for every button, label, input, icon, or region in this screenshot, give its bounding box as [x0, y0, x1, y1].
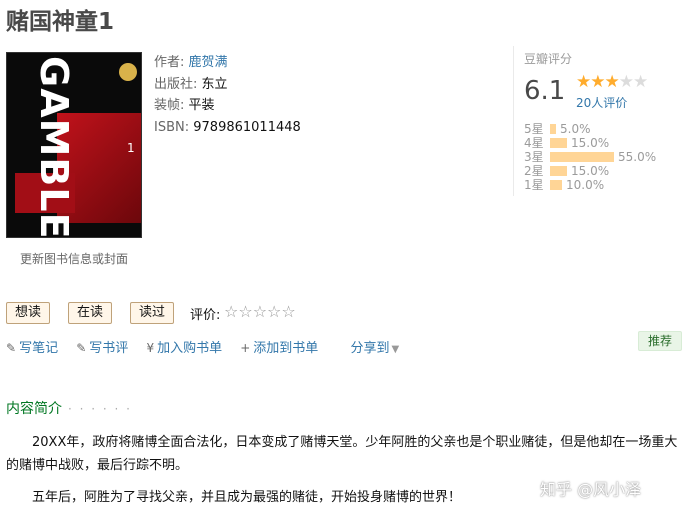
- rating-dist-pct: 55.0%: [618, 150, 657, 164]
- recommend-button[interactable]: 推荐: [638, 331, 682, 351]
- isbn-value: 9789861011448: [193, 119, 301, 135]
- cover-volume: 1: [127, 141, 135, 155]
- write-note-label: 写笔记: [19, 341, 59, 356]
- star-filled-icon: ★: [590, 72, 605, 92]
- share-label: 分享到: [350, 341, 390, 356]
- star-filled-icon: ★: [576, 72, 591, 92]
- rating-dist-label: 5星: [524, 122, 544, 136]
- rating-panel: 豆瓣评分 6.1 ★★★★★ 20人评价 5星 5.0% 4星 15.0% 3星 55.0…: [513, 46, 685, 196]
- rating-dist-pct: 15.0%: [571, 164, 610, 178]
- rating-count-link[interactable]: 20人评价: [576, 94, 627, 111]
- book-title: 赌国神童1: [6, 9, 115, 35]
- info-isbn: ISBN: 9789861011448: [154, 117, 301, 139]
- star-empty-icon: ★: [633, 72, 648, 92]
- book-info: 作者: 鹿贺满 出版社: 东立 装帧: 平装 ISBN: 97898610114…: [154, 52, 301, 138]
- rating-dist-row: 5星 5.0%: [524, 122, 656, 136]
- add-to-cart-label: 加入购书单: [157, 341, 223, 356]
- rating-dist-bar: [550, 180, 562, 190]
- pencil-icon: ✎: [76, 341, 87, 355]
- write-review-action[interactable]: ✎ 写书评: [76, 337, 128, 356]
- update-cover-link[interactable]: 更新图书信息或封面: [20, 250, 128, 267]
- rating-dist-pct: 10.0%: [566, 178, 605, 192]
- rating-dist-label: 4星: [524, 136, 544, 150]
- summary-heading: 内容简介 · · · · · ·: [6, 398, 132, 418]
- cover-art-text: GAMBLE!: [32, 56, 76, 238]
- rating-stars: ★★★★★: [576, 72, 648, 92]
- rate-label: 评价:: [190, 308, 221, 323]
- rating-dist-row: 1星 10.0%: [524, 178, 656, 192]
- book-cover[interactable]: GAMBLE! 1: [6, 52, 142, 238]
- rating-dist-bar: [550, 152, 614, 162]
- info-publisher: 出版社: 东立: [154, 74, 301, 96]
- star-empty-icon: ★: [618, 72, 634, 92]
- star-filled-icon: ★: [604, 72, 620, 92]
- rate-stars-input[interactable]: ☆☆☆☆☆: [224, 302, 296, 321]
- add-to-list-action[interactable]: + 添加到书单: [240, 337, 318, 356]
- rating-score: 6.1: [524, 76, 566, 106]
- add-to-cart-action[interactable]: ¥ 加入购书单: [146, 337, 222, 356]
- publisher-logo-icon: [119, 63, 137, 81]
- rating-dist-row: 2星 15.0%: [524, 164, 656, 178]
- share-dropdown[interactable]: 分享到 ▼: [350, 337, 399, 356]
- author-link[interactable]: 鹿贺满: [189, 55, 228, 70]
- rating-dist-bar: [550, 124, 556, 134]
- publisher-label: 出版社:: [154, 76, 198, 92]
- rating-dist-bar: [550, 166, 567, 176]
- summary-dots: · · · · · ·: [68, 402, 132, 416]
- isbn-label: ISBN:: [154, 119, 190, 135]
- summary-paragraph-1: 20XX年，政府将赌博全面合法化，日本变成了赌博天堂。少年阿胜的父亲也是个职业赌…: [6, 435, 678, 473]
- write-note-action[interactable]: ✎ 写笔记: [6, 337, 58, 356]
- rating-dist-pct: 15.0%: [571, 136, 610, 150]
- rating-label: 豆瓣评分: [524, 52, 573, 66]
- author-label: 作者:: [154, 55, 185, 70]
- write-review-label: 写书评: [89, 341, 129, 356]
- rating-dist-pct: 5.0%: [560, 122, 591, 136]
- publisher-value: 东立: [201, 76, 228, 92]
- info-author: 作者: 鹿贺满: [154, 52, 301, 74]
- pencil-icon: ✎: [6, 341, 17, 355]
- rating-dist-row: 4星 15.0%: [524, 136, 656, 150]
- summary-title: 内容简介: [6, 401, 62, 417]
- watermark: 知乎 @风小泽: [540, 480, 642, 499]
- rating-dist-row: 3星 55.0%: [524, 150, 656, 164]
- rating-distribution: 5星 5.0% 4星 15.0% 3星 55.0% 2星 15.0% 1星 10.0%: [524, 122, 656, 192]
- binding-label: 装帧:: [154, 98, 185, 113]
- want-to-read-button[interactable]: 想读: [6, 302, 51, 324]
- rating-dist-label: 2星: [524, 164, 544, 178]
- rating-dist-label: 1星: [524, 178, 544, 192]
- plus-icon: +: [240, 341, 251, 355]
- rating-dist-bar: [550, 138, 567, 148]
- info-binding: 装帧: 平装: [154, 95, 301, 117]
- yen-icon: ¥: [146, 341, 155, 355]
- add-to-list-label: 添加到书单: [253, 341, 319, 356]
- binding-value: 平装: [188, 98, 215, 113]
- action-bar: ✎ 写笔记 ✎ 写书评 ¥ 加入购书单 + 添加到书单 分享到 ▼: [6, 337, 413, 356]
- chevron-down-icon: ▼: [391, 344, 400, 355]
- rating-dist-label: 3星: [524, 150, 544, 164]
- have-read-button[interactable]: 读过: [130, 302, 175, 324]
- reading-button[interactable]: 在读: [68, 302, 113, 324]
